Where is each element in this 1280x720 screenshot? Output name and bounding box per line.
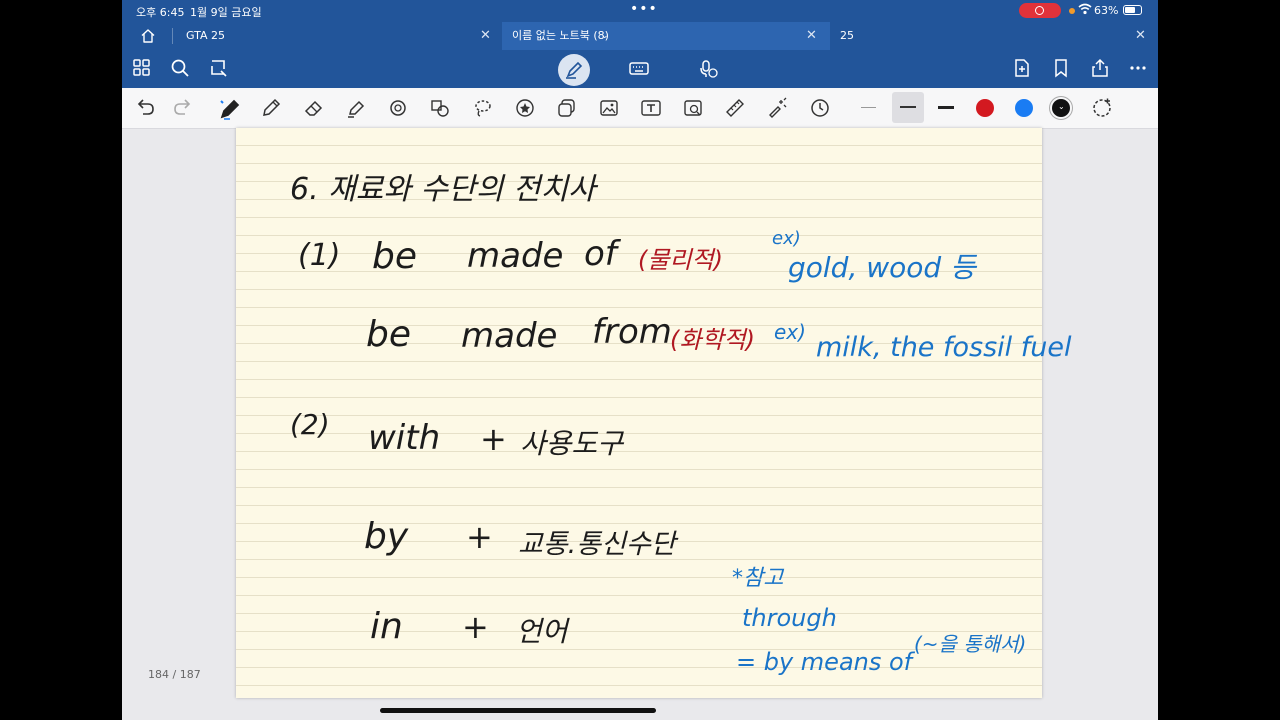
- medium-stroke-option[interactable]: [892, 92, 924, 123]
- ruler-icon[interactable]: [724, 97, 746, 119]
- handwritten-text: with: [368, 418, 441, 458]
- tab-bar: GTA 25 ✕ 이름 없는 노트북 (8) ⌄ ✕ 25 ✕: [122, 22, 1158, 50]
- lasso-icon[interactable]: [472, 97, 494, 119]
- tab-label: 25: [840, 29, 854, 42]
- status-date: 1월 9일 금요일: [190, 6, 262, 19]
- reference-note: (~을 통해서): [914, 632, 1027, 656]
- tab-notebook[interactable]: 이름 없는 노트북 (8) ⌄ ✕: [502, 22, 830, 50]
- wifi-icon: [1078, 3, 1092, 18]
- pencil-icon[interactable]: [260, 97, 282, 119]
- thin-stroke-option[interactable]: [861, 107, 876, 108]
- pen-mode-button[interactable]: [558, 54, 590, 86]
- star-icon[interactable]: [514, 97, 536, 119]
- home-indicator[interactable]: [380, 708, 656, 713]
- element-icon[interactable]: [429, 97, 451, 119]
- handwritten-text: be: [366, 314, 411, 355]
- screen-recording-icon[interactable]: [1019, 3, 1061, 18]
- reference-note: = by means of: [736, 648, 913, 676]
- search-icon[interactable]: [170, 58, 192, 80]
- image-icon[interactable]: [598, 97, 620, 119]
- tab-label: GTA 25: [186, 29, 226, 42]
- tab-label: 이름 없는 노트북 (8): [512, 29, 609, 42]
- redo-icon[interactable]: [172, 97, 194, 119]
- timer-icon[interactable]: [809, 97, 831, 119]
- grid-icon[interactable]: [132, 58, 154, 80]
- handwritten-text: in: [370, 606, 403, 647]
- more-options-icon[interactable]: [1128, 58, 1150, 80]
- tab-gta25[interactable]: GTA 25 ✕: [174, 22, 502, 50]
- handwritten-text: made: [461, 316, 558, 356]
- close-tab-icon[interactable]: ✕: [806, 22, 817, 50]
- page-indicator: 184 / 187: [148, 668, 201, 681]
- mic-indicator-icon: [1069, 8, 1075, 14]
- voice-record-icon[interactable]: [698, 58, 720, 80]
- close-tab-icon[interactable]: ✕: [480, 22, 491, 50]
- ipad-screen: 오후 6:45 1월 9일 금요일 ••• 63% GTA 25 ✕ 이름 없는…: [122, 0, 1158, 720]
- red-annotation: (물리적): [638, 246, 723, 274]
- battery-icon: [1123, 5, 1142, 15]
- lasso-capture-icon[interactable]: [208, 58, 230, 80]
- item-number: (1): [298, 238, 341, 273]
- home-tab[interactable]: [140, 22, 160, 50]
- chevron-down-icon[interactable]: ⌄: [601, 22, 609, 50]
- add-page-icon[interactable]: [1012, 58, 1034, 80]
- highlighter-icon[interactable]: [345, 97, 367, 119]
- plus-sign: +: [480, 420, 507, 458]
- note-page[interactable]: 6. 재료와 수단의 전치사 (1) be made of (물리적) ex) …: [236, 128, 1071, 698]
- status-time: 오후 6:45: [136, 6, 185, 19]
- home-icon: [141, 29, 155, 43]
- tab-25[interactable]: 25 ✕: [830, 22, 1158, 50]
- handwritten-text: 사용도구: [520, 427, 624, 460]
- handwritten-text: from: [592, 312, 672, 352]
- red-annotation: (화학적): [670, 326, 755, 354]
- close-tab-icon[interactable]: ✕: [1135, 22, 1146, 50]
- navigation-toolbar: [122, 50, 1158, 88]
- custom-color-icon[interactable]: [1091, 97, 1113, 119]
- keyboard-icon[interactable]: [628, 58, 650, 80]
- camera-image-icon[interactable]: [682, 97, 704, 119]
- handwritten-text: be: [372, 236, 417, 277]
- red-color-swatch[interactable]: [976, 99, 994, 117]
- laser-icon[interactable]: [766, 97, 788, 119]
- handwritten-text: 교통.통신수단: [518, 529, 676, 560]
- plus-sign: +: [466, 518, 493, 556]
- sticker-icon[interactable]: [556, 97, 578, 119]
- bookmark-icon[interactable]: [1051, 58, 1073, 80]
- multitask-dots-icon[interactable]: •••: [630, 0, 658, 18]
- note-heading: 6. 재료와 수단의 전치사: [290, 172, 596, 207]
- eraser-icon[interactable]: [303, 97, 325, 119]
- blue-annotation: milk, the fossil fuel: [816, 332, 1072, 363]
- shapes-icon[interactable]: [387, 97, 409, 119]
- blue-annotation: gold, wood 등: [788, 251, 976, 284]
- example-label: ex): [774, 320, 806, 344]
- drawing-toolbar: ⌄: [122, 88, 1158, 129]
- handwritten-text: by: [364, 516, 409, 557]
- blue-color-swatch[interactable]: [1015, 99, 1033, 117]
- black-color-swatch[interactable]: ⌄: [1052, 99, 1070, 117]
- undo-icon[interactable]: [134, 97, 156, 119]
- pen-icon[interactable]: [218, 97, 240, 120]
- plus-sign: +: [462, 608, 489, 646]
- battery-percentage: 63%: [1094, 4, 1119, 17]
- handwritten-text: 언어: [516, 615, 568, 648]
- handwritten-text: made: [467, 236, 564, 276]
- reference-note: *참고: [732, 566, 784, 591]
- thick-stroke-option[interactable]: [938, 106, 954, 109]
- text-icon[interactable]: [640, 97, 662, 119]
- pen-icon: [566, 61, 583, 79]
- handwritten-text: of: [584, 234, 617, 274]
- status-bar: 오후 6:45 1월 9일 금요일 ••• 63%: [122, 0, 1158, 22]
- share-icon[interactable]: [1090, 58, 1112, 80]
- item-number: (2): [290, 408, 330, 441]
- reference-note: through: [742, 604, 837, 632]
